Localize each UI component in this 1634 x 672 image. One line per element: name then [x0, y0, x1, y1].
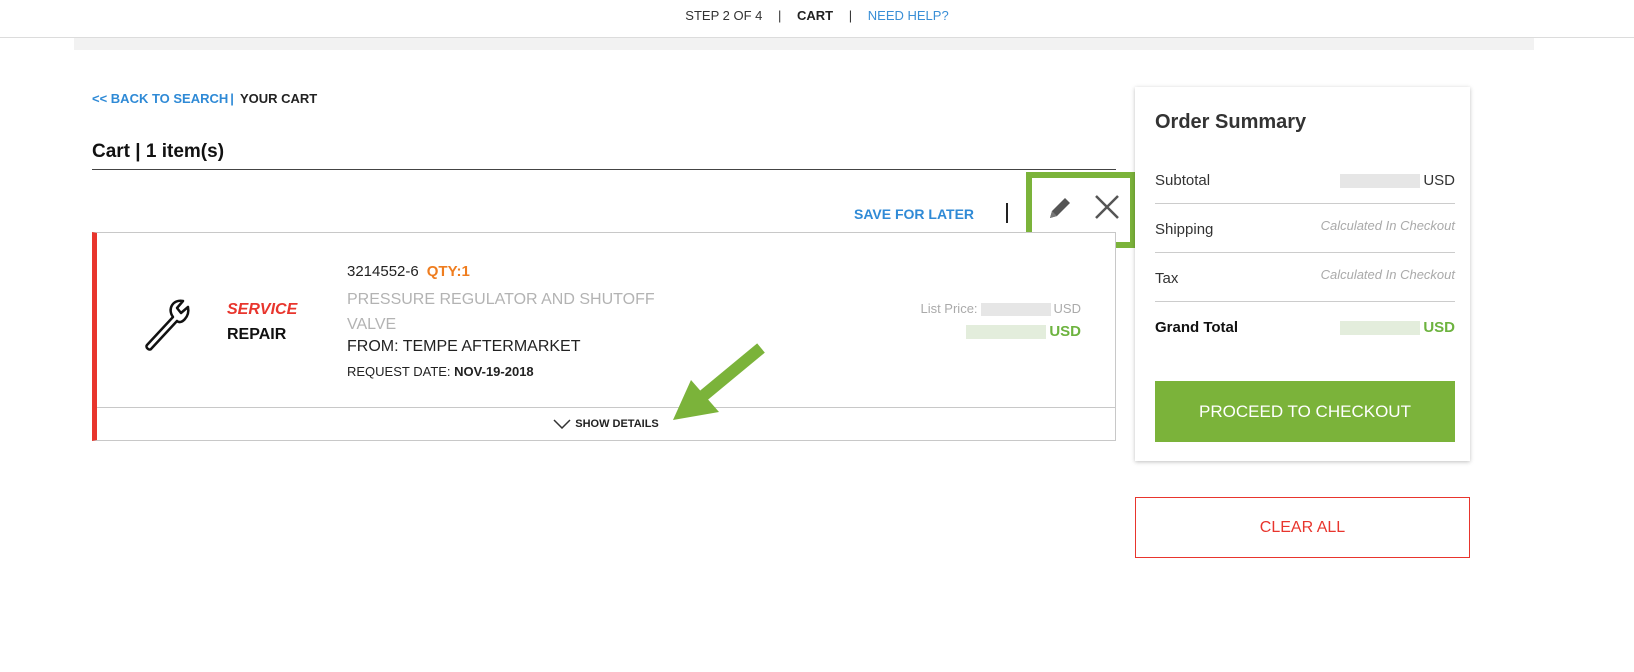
tax-label: Tax	[1155, 270, 1179, 287]
show-details-label: SHOW DETAILS	[575, 418, 659, 430]
shipping-row: Shipping Calculated In Checkout	[1155, 204, 1455, 253]
proceed-to-checkout-button[interactable]: PROCEED TO CHECKOUT	[1155, 381, 1455, 442]
subtotal-label: Subtotal	[1155, 172, 1211, 189]
grand-total-value: USD	[1340, 319, 1455, 336]
grand-total-currency: USD	[1423, 319, 1455, 336]
divider	[92, 169, 1116, 170]
close-icon[interactable]	[1090, 190, 1124, 224]
request-date-value: NOV-19-2018	[454, 364, 534, 379]
subtotal-currency: USD	[1423, 172, 1455, 189]
back-to-search-link[interactable]: << BACK TO SEARCH	[92, 91, 228, 106]
part-number-value: 3214552-6	[347, 263, 419, 280]
arrow-annotation	[673, 343, 765, 420]
shipping-value: Calculated In Checkout	[1320, 218, 1455, 233]
pencil-icon[interactable]	[1044, 192, 1076, 224]
divider	[1006, 203, 1008, 223]
save-for-later-link[interactable]: SAVE FOR LATER	[854, 206, 974, 222]
wrench-icon	[145, 299, 190, 351]
item-source: FROM: TEMPE AFTERMARKET	[347, 338, 581, 355]
subtotal-row: Subtotal USD	[1155, 155, 1455, 204]
subtotal-value: USD	[1340, 172, 1455, 189]
service-subtype: REPAIR	[227, 326, 287, 343]
part-description: PRESSURE REGULATOR AND SHUTOFF VALVE	[347, 291, 655, 333]
breadcrumb-current: YOUR CART	[239, 91, 318, 106]
show-details-toggle[interactable]: SHOW DETAILS	[97, 407, 1115, 440]
tax-value: Calculated In Checkout	[1320, 267, 1455, 282]
cart-title: Cart | 1 item(s)	[92, 141, 225, 162]
breadcrumb-separator: |	[230, 91, 234, 106]
need-help-link[interactable]: NEED HELP?	[868, 8, 949, 23]
order-summary-panel: Order Summary Subtotal USD Shipping Calc…	[1135, 87, 1470, 461]
list-price-currency: USD	[1053, 301, 1081, 316]
grand-total-row: Grand Total USD	[1155, 302, 1455, 351]
list-price-label: List Price:	[920, 301, 978, 316]
clear-all-button[interactable]: CLEAR ALL	[1135, 497, 1470, 558]
redacted-value	[1340, 321, 1421, 336]
breadcrumb: << BACK TO SEARCH | YOUR CART	[92, 91, 317, 106]
item-price: USD	[966, 323, 1081, 340]
quantity: QTY:1	[426, 263, 470, 280]
chevron-down-icon	[553, 419, 571, 430]
list-price: List Price: USD	[920, 301, 1081, 317]
request-date: REQUEST DATE: NOV-19-2018	[347, 364, 534, 379]
checkout-progress-bar: STEP 2 OF 4 | CART | NEED HELP?	[0, 0, 1634, 38]
redacted-value	[980, 303, 1051, 317]
cart-item: SERVICE REPAIR 3214552-6 QTY:1 PRESSURE R…	[92, 232, 1116, 441]
separator: |	[778, 8, 782, 23]
order-summary-title: Order Summary	[1155, 111, 1307, 133]
grand-total-label: Grand Total	[1155, 319, 1239, 336]
shipping-label: Shipping	[1155, 221, 1214, 238]
redacted-value	[1340, 174, 1421, 189]
part-number: 3214552-6 QTY:1	[347, 263, 470, 280]
service-type: SERVICE	[227, 301, 298, 318]
tax-row: Tax Calculated In Checkout	[1155, 253, 1455, 302]
request-date-label: REQUEST DATE:	[347, 364, 451, 379]
step-indicator: STEP 2 OF 4	[685, 8, 763, 23]
redacted-value	[966, 325, 1047, 340]
current-step-label: CART	[797, 8, 834, 23]
header-strip	[74, 38, 1534, 50]
separator: |	[848, 8, 853, 23]
item-price-currency: USD	[1049, 323, 1081, 340]
